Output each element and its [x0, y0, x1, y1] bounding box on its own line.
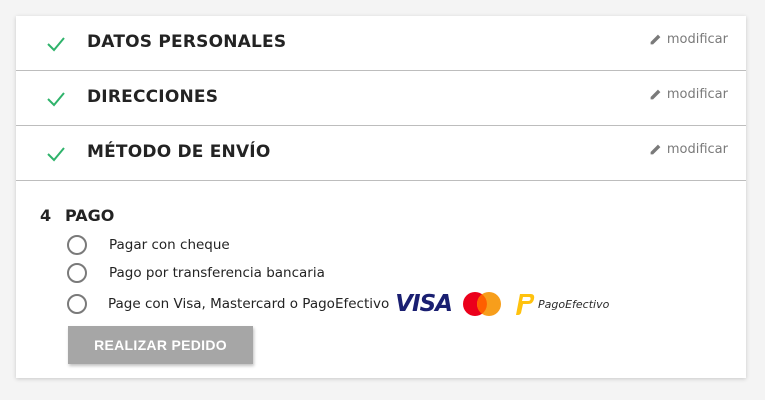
- payment-option-cheque[interactable]: Pagar con cheque: [67, 234, 230, 256]
- step-addresses: DIRECCIONES modificar: [16, 71, 746, 126]
- option-label[interactable]: Pagar con cheque: [109, 237, 230, 253]
- payment-option-card[interactable]: Page con Visa, Mastercard o PagoEfectivo…: [67, 291, 609, 317]
- option-label[interactable]: Pago por transferencia bancaria: [109, 265, 325, 281]
- option-label[interactable]: Page con Visa, Mastercard o PagoEfectivo: [108, 296, 389, 312]
- edit-shipping-link[interactable]: modificar: [649, 142, 728, 157]
- pencil-icon: [650, 34, 661, 45]
- edit-label: modificar: [666, 142, 728, 157]
- check-icon: [47, 147, 65, 162]
- edit-label: modificar: [666, 87, 728, 102]
- edit-personal-data-link[interactable]: modificar: [649, 32, 728, 47]
- mastercard-logo: [462, 292, 501, 316]
- step-title: DIRECCIONES: [87, 87, 219, 107]
- payment-heading: 4 PAGO: [40, 206, 114, 225]
- check-icon: [47, 92, 65, 107]
- place-order-button[interactable]: REALIZAR PEDIDO: [68, 326, 253, 364]
- checkout-card: DATOS PERSONALES modificar DIRECCIONES m…: [16, 16, 746, 378]
- radio-button[interactable]: [67, 235, 87, 255]
- check-icon: [47, 37, 65, 52]
- edit-label: modificar: [666, 32, 728, 47]
- pencil-icon: [650, 89, 661, 100]
- step-personal-data: DATOS PERSONALES modificar: [16, 16, 746, 71]
- step-number: 4: [40, 206, 52, 225]
- pagoefectivo-text: PagoEfectivo: [537, 297, 610, 311]
- step-title: MÉTODO DE ENVÍO: [87, 142, 271, 162]
- step-shipping-method: MÉTODO DE ENVÍO modificar: [16, 126, 746, 181]
- payment-title: PAGO: [65, 206, 115, 225]
- payment-logos: VISA PagoEfectivo: [395, 291, 609, 317]
- visa-logo: VISA: [395, 291, 453, 317]
- radio-button[interactable]: [67, 263, 87, 283]
- payment-option-transfer[interactable]: Pago por transferencia bancaria: [67, 262, 325, 284]
- pagoefectivo-logo: PagoEfectivo: [514, 292, 609, 316]
- pagoefectivo-icon: [515, 294, 535, 315]
- payment-section: 4 PAGO Pagar con cheque Pago por transfer…: [16, 181, 746, 377]
- pencil-icon: [650, 144, 661, 155]
- step-title: DATOS PERSONALES: [87, 32, 287, 52]
- radio-button[interactable]: [67, 294, 87, 314]
- edit-addresses-link[interactable]: modificar: [649, 87, 728, 102]
